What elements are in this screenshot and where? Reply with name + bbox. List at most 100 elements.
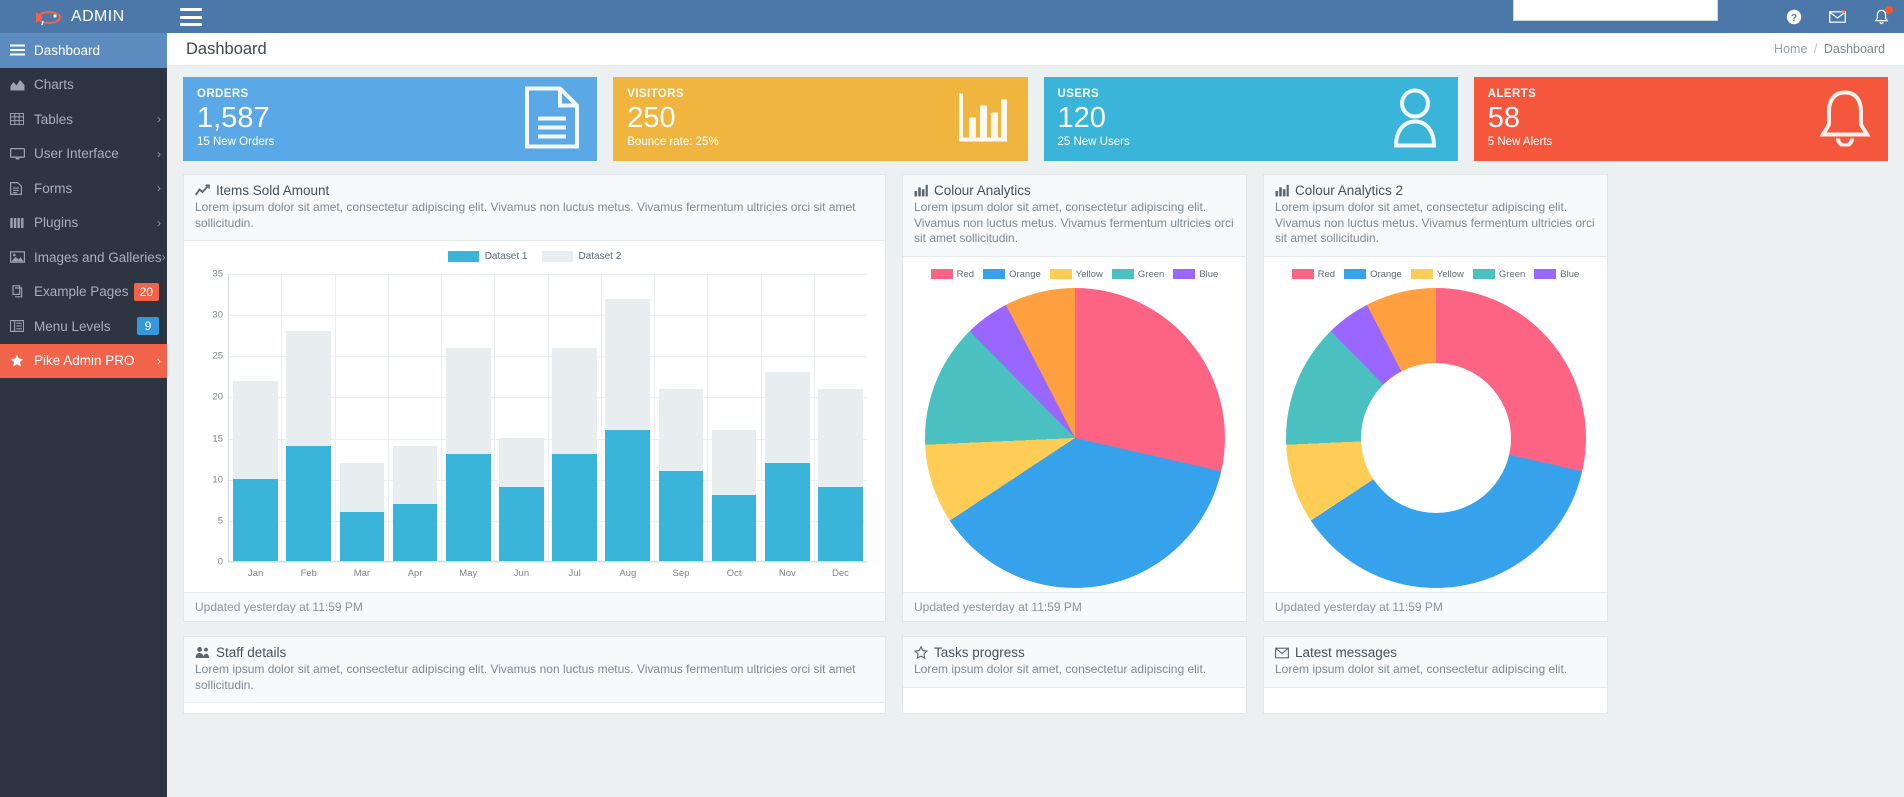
- hamburger-icon[interactable]: [180, 8, 202, 26]
- x-axis-tick-label: Apr: [389, 568, 442, 579]
- stat-card-users[interactable]: USERS12025 New Users: [1044, 77, 1458, 161]
- panel-staff-details: Staff details Lorem ipsum dolor sit amet…: [183, 636, 886, 714]
- gridline-horizontal: [228, 562, 867, 563]
- bar-dataset-1[interactable]: [393, 504, 438, 561]
- sidebar-item-plugins[interactable]: Plugins›: [0, 206, 167, 241]
- chevron-right-icon: ›: [157, 216, 167, 230]
- bar-dataset-1[interactable]: [340, 512, 385, 561]
- stat-card-visitors[interactable]: VISITORS250Bounce rate: 25%: [613, 77, 1027, 161]
- panel-header-latest-messages: Latest messages Lorem ipsum dolor sit am…: [1264, 637, 1607, 688]
- bar-slot[interactable]: Oct: [708, 274, 761, 561]
- bar-slot[interactable]: Apr: [389, 274, 442, 561]
- panel-description: Lorem ipsum dolor sit amet, consectetur …: [1275, 662, 1596, 678]
- legend-label: Green: [1499, 269, 1525, 280]
- legend-item-yellow[interactable]: Yellow: [1050, 269, 1103, 280]
- sidebar-item-tables[interactable]: Tables›: [0, 102, 167, 137]
- sidebar-item-images-and-galleries[interactable]: Images and Galleries›: [0, 240, 167, 275]
- pie-chart-colour-analytics[interactable]: [925, 288, 1225, 588]
- stat-card-alerts[interactable]: ALERTS585 New Alerts: [1474, 77, 1888, 161]
- sidebar-item-pike-admin-pro[interactable]: Pike Admin PRO›: [0, 344, 167, 379]
- panel-header-items-sold: Items Sold Amount Lorem ipsum dolor sit …: [184, 175, 885, 241]
- brand-logo-area[interactable]: ADMIN: [0, 0, 167, 33]
- bar-dataset-1[interactable]: [765, 463, 810, 561]
- notification-bell-icon[interactable]: [1873, 8, 1890, 25]
- breadcrumb: Home / Dashboard: [1774, 42, 1885, 56]
- legend-item-green[interactable]: Green: [1112, 269, 1164, 280]
- bar-slot[interactable]: Sep: [654, 274, 707, 561]
- bar-slot[interactable]: Jul: [548, 274, 601, 561]
- panel-header-tasks-progress: Tasks progress Lorem ipsum dolor sit ame…: [903, 637, 1246, 688]
- notification-dot-badge: [1885, 6, 1893, 14]
- bar-dataset-1[interactable]: [233, 479, 278, 561]
- users-icon: [195, 646, 210, 659]
- panel-title-row: Colour Analytics 2: [1275, 183, 1596, 198]
- panel-body-latest-messages: [1264, 688, 1607, 714]
- document-icon: [524, 87, 580, 152]
- search-input[interactable]: [1514, 0, 1717, 20]
- legend-item-blue[interactable]: Blue: [1534, 269, 1579, 280]
- bar-slot[interactable]: Aug: [601, 274, 654, 561]
- sidebar-item-user-interface[interactable]: User Interface›: [0, 137, 167, 172]
- bar-dataset-1[interactable]: [818, 487, 863, 561]
- sidebar-item-example-pages[interactable]: Example Pages20: [0, 275, 167, 310]
- bottom-panel-row: Staff details Lorem ipsum dolor sit amet…: [183, 636, 1888, 714]
- legend-item-dataset-1[interactable]: Dataset 1: [448, 251, 528, 262]
- panel-description: Lorem ipsum dolor sit amet, consectetur …: [195, 662, 874, 693]
- legend-item-yellow[interactable]: Yellow: [1411, 269, 1464, 280]
- legend-item-orange[interactable]: Orange: [983, 269, 1041, 280]
- sidebar-item-label: Menu Levels: [34, 319, 137, 334]
- doughnut-chart-colour-analytics-2[interactable]: [1286, 288, 1586, 588]
- top-header-bar: ADMIN ?: [0, 0, 1904, 33]
- legend-swatch: [1050, 269, 1072, 279]
- bar-slot[interactable]: Nov: [761, 274, 814, 561]
- help-icon[interactable]: ?: [1785, 8, 1802, 25]
- chevron-right-icon: ›: [162, 250, 172, 264]
- sidebar-item-label: Tables: [34, 112, 157, 127]
- star-outline-icon: [914, 646, 928, 659]
- bar-slot[interactable]: Jan: [229, 274, 282, 561]
- stat-value: 58: [1488, 101, 1874, 135]
- legend-swatch: [983, 269, 1005, 279]
- legend-item-blue[interactable]: Blue: [1173, 269, 1218, 280]
- bar-slot[interactable]: Feb: [282, 274, 335, 561]
- sidebar-item-dashboard[interactable]: Dashboard: [0, 33, 167, 68]
- panel-title-text: Items Sold Amount: [216, 183, 329, 198]
- legend-item-red[interactable]: Red: [931, 269, 974, 280]
- bar-slot[interactable]: Mar: [335, 274, 388, 561]
- bar-dataset-1[interactable]: [659, 471, 704, 561]
- sidebar-item-charts[interactable]: Charts: [0, 68, 167, 103]
- bar-dataset-1[interactable]: [286, 446, 331, 561]
- legend-item-dataset-2[interactable]: Dataset 2: [542, 251, 622, 262]
- breadcrumb-home[interactable]: Home: [1774, 42, 1807, 56]
- bar-chart-items-sold[interactable]: 05101520253035JanFebMarAprMayJunJulAugSe…: [194, 268, 875, 588]
- mail-icon[interactable]: [1829, 8, 1846, 25]
- legend-item-orange[interactable]: Orange: [1344, 269, 1402, 280]
- bar-dataset-1[interactable]: [499, 487, 544, 561]
- stat-card-orders[interactable]: ORDERS1,58715 New Orders: [183, 77, 597, 161]
- bar-slot[interactable]: Dec: [814, 274, 867, 561]
- search-box[interactable]: [1513, 0, 1718, 21]
- line-chart-icon: [195, 184, 210, 197]
- panel-tasks-progress: Tasks progress Lorem ipsum dolor sit ame…: [902, 636, 1247, 714]
- x-axis-tick-label: Mar: [335, 568, 388, 579]
- sidebar-item-menu-levels[interactable]: Menu Levels9: [0, 309, 167, 344]
- bar-slot[interactable]: Jun: [495, 274, 548, 561]
- bar-dataset-1[interactable]: [446, 454, 491, 561]
- panel-body-items-sold: Dataset 1 Dataset 2 05101520253035JanFebM…: [184, 241, 885, 592]
- bar-dataset-1[interactable]: [605, 430, 650, 561]
- bar-dataset-1[interactable]: [552, 454, 597, 561]
- panel-header-colour-analytics-2: Colour Analytics 2 Lorem ipsum dolor sit…: [1264, 175, 1607, 257]
- bar-slot[interactable]: May: [442, 274, 495, 561]
- sidebar-item-forms[interactable]: Forms›: [0, 171, 167, 206]
- legend-swatch: [1173, 269, 1195, 279]
- svg-text:?: ?: [1790, 13, 1796, 24]
- sidebar-nav: DashboardChartsTables›User Interface›For…: [0, 33, 167, 797]
- legend-label: Orange: [1370, 269, 1402, 280]
- legend-swatch: [542, 251, 573, 262]
- panel-title-text: Staff details: [216, 645, 286, 660]
- legend-item-green[interactable]: Green: [1473, 269, 1525, 280]
- legend-item-red[interactable]: Red: [1292, 269, 1335, 280]
- panel-colour-analytics-2: Colour Analytics 2 Lorem ipsum dolor sit…: [1263, 174, 1608, 622]
- panel-footer-colour-analytics-2: Updated yesterday at 11:59 PM: [1264, 592, 1607, 621]
- bar-dataset-1[interactable]: [712, 495, 757, 561]
